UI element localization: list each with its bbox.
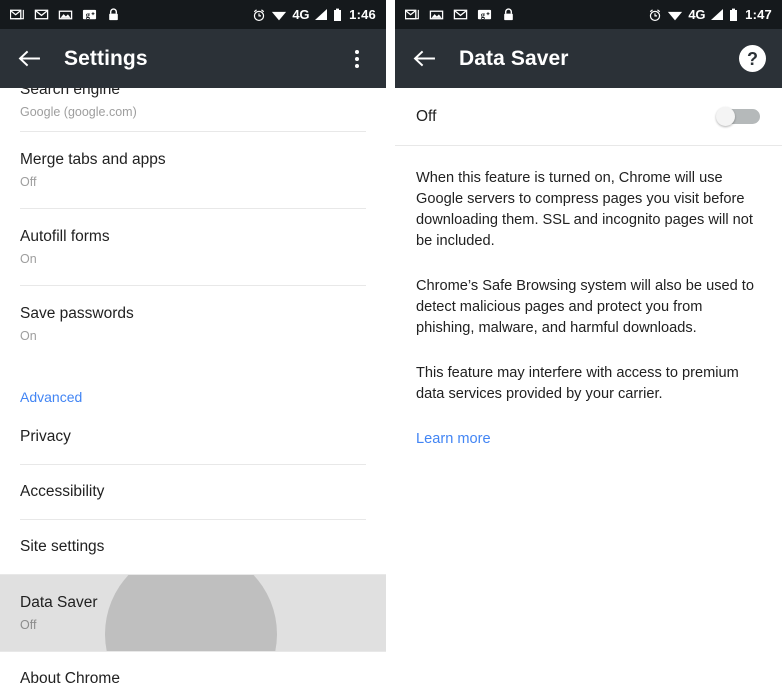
switch-thumb: [716, 107, 735, 126]
data-saver-description: When this feature is turned on, Chrome w…: [395, 146, 782, 450]
list-item-title: About Chrome: [20, 670, 120, 688]
list-item-title: Merge tabs and apps: [20, 151, 166, 168]
list-item-about-chrome[interactable]: About Chrome: [0, 652, 386, 689]
data-saver-toolbar: Data Saver ?: [395, 29, 782, 88]
left-clock: 1:46: [349, 7, 376, 22]
touch-ripple: [105, 575, 277, 651]
left-phone-screen: g 4G 1:46 Settings Search engine Google …: [0, 0, 386, 689]
alarm-icon: [252, 8, 266, 22]
google-plus-icon: g: [477, 7, 492, 22]
list-item-subtitle: Google (google.com): [20, 105, 137, 119]
photo-icon: [429, 7, 444, 22]
help-icon[interactable]: ?: [739, 45, 766, 72]
description-paragraph-2: Chrome’s Safe Browsing system will also …: [416, 278, 754, 336]
description-paragraph-1: When this feature is turned on, Chrome w…: [416, 170, 753, 249]
list-item-title: Data Saver: [20, 594, 98, 611]
settings-list[interactable]: Search engine Google (google.com) Merge …: [0, 82, 386, 689]
signal-icon: [314, 8, 328, 21]
page-title: Settings: [64, 46, 148, 70]
list-item-accessibility[interactable]: Accessibility: [0, 465, 386, 519]
alarm-icon: [648, 8, 662, 22]
list-item-title: Save passwords: [20, 305, 134, 322]
list-item-subtitle: On: [20, 251, 37, 266]
list-item-save-passwords[interactable]: Save passwords On: [0, 286, 386, 362]
gmail-icon: [34, 7, 49, 22]
data-saver-toggle-row[interactable]: Off: [395, 88, 782, 145]
list-item-autofill-forms[interactable]: Autofill forms On: [0, 209, 386, 285]
right-phone-screen: g 4G 1:47 Data Saver ? Off When this fea…: [395, 0, 782, 689]
list-item-subtitle: Off: [20, 174, 37, 189]
list-item-title: Autofill forms: [20, 228, 110, 245]
battery-icon: [729, 8, 738, 22]
list-item-merge-tabs-and-apps[interactable]: Merge tabs and apps Off: [0, 132, 386, 208]
list-item-subtitle: On: [20, 328, 37, 343]
learn-more-link[interactable]: Learn more: [416, 429, 491, 450]
right-status-system-icons: 4G 1:47: [648, 7, 772, 22]
list-item-data-saver[interactable]: Data Saver Off: [0, 575, 386, 651]
toggle-state-label: Off: [416, 107, 437, 125]
back-arrow-icon[interactable]: [409, 44, 439, 74]
section-header-label: Advanced: [20, 389, 83, 405]
wifi-icon: [271, 8, 287, 22]
list-item-subtitle: Off: [20, 617, 37, 632]
google-plus-icon: g: [82, 7, 97, 22]
list-item-title: Privacy: [20, 428, 71, 446]
gmail-stack-icon: [404, 7, 420, 22]
settings-toolbar: Settings: [0, 29, 386, 88]
wifi-icon: [667, 8, 683, 22]
dual-screenshot-container: g 4G 1:46 Settings Search engine Google …: [0, 0, 782, 689]
back-arrow-icon[interactable]: [14, 44, 44, 74]
lock-icon: [106, 7, 121, 22]
list-item-search-engine[interactable]: Search engine Google (google.com): [0, 82, 386, 131]
gmail-stack-icon: [9, 7, 25, 22]
list-item-title: Accessibility: [20, 483, 105, 501]
list-item-privacy[interactable]: Privacy: [0, 410, 386, 464]
network-type-label: 4G: [688, 7, 706, 22]
description-paragraph-3: This feature may interfere with access t…: [416, 365, 739, 402]
battery-icon: [333, 8, 342, 22]
left-status-notification-icons: g: [9, 7, 252, 22]
gmail-icon: [453, 7, 468, 22]
overflow-menu-icon[interactable]: [344, 44, 370, 74]
right-clock: 1:47: [745, 7, 772, 22]
signal-icon: [710, 8, 724, 21]
right-status-bar: g 4G 1:47: [395, 0, 782, 29]
right-status-notification-icons: g: [404, 7, 648, 22]
data-saver-switch[interactable]: [716, 107, 760, 126]
photo-icon: [58, 7, 73, 22]
list-item-site-settings[interactable]: Site settings: [0, 520, 386, 574]
lock-icon: [501, 7, 516, 22]
left-status-bar: g 4G 1:46: [0, 0, 386, 29]
left-status-system-icons: 4G 1:46: [252, 7, 376, 22]
list-item-title: Site settings: [20, 538, 105, 556]
page-title: Data Saver: [459, 46, 569, 70]
network-type-label: 4G: [292, 7, 310, 22]
section-header-advanced: Advanced: [0, 362, 386, 410]
